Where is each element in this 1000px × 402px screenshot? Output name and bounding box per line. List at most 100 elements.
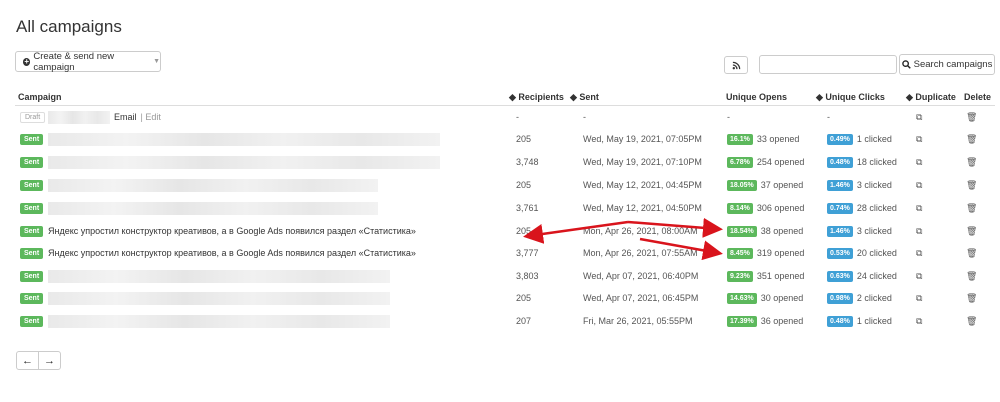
recipients-value: 3,761 [516, 203, 539, 213]
status-badge: Sent [20, 315, 44, 327]
search-button-label: Search campaigns [913, 59, 993, 70]
table-row: Sent 3,748 Wed, May 19, 2021, 07:10PM 6.… [0, 151, 1000, 173]
clicks-value[interactable]: 2 clicked [857, 293, 892, 303]
opens-value[interactable]: 351 opened [757, 271, 805, 281]
clicks-value[interactable]: 3 clicked [857, 226, 892, 236]
clicks-value: - [827, 112, 830, 122]
click-rate-badge: 1.46% [827, 225, 853, 237]
header-delete: Delete [964, 92, 992, 102]
click-rate-badge: 0.74% [827, 202, 853, 214]
trash-icon[interactable]: 🗑 [966, 287, 977, 309]
create-campaign-button[interactable]: + Create & send new campaign ▼ [15, 50, 161, 73]
recipients-value: 3,748 [516, 157, 539, 167]
sent-date: Wed, May 12, 2021, 04:45PM [583, 180, 702, 190]
opens-value[interactable]: 319 opened [757, 248, 805, 258]
page-title: All campaigns [16, 17, 122, 36]
rss-icon [732, 61, 740, 69]
open-rate-badge: 18.05% [727, 179, 757, 191]
header-duplicate[interactable]: ◆ Duplicate [906, 92, 956, 103]
status-badge: Sent [20, 270, 44, 282]
trash-icon[interactable]: 🗑 [966, 151, 977, 173]
status-badge: Draft [20, 111, 46, 123]
duplicate-icon[interactable]: ⧉ [916, 242, 922, 264]
status-badge: Sent [20, 247, 44, 259]
trash-icon[interactable]: 🗑 [966, 106, 977, 128]
opens-value[interactable]: 36 opened [761, 316, 804, 326]
open-rate-badge: 14.63% [727, 292, 757, 304]
redacted-name[interactable] [48, 291, 390, 305]
opens-value[interactable]: 33 opened [757, 134, 800, 144]
duplicate-icon[interactable]: ⧉ [916, 128, 922, 150]
redacted-name[interactable] [48, 201, 378, 215]
click-rate-badge: 1.46% [827, 179, 853, 191]
duplicate-icon[interactable]: ⧉ [916, 310, 922, 332]
duplicate-icon[interactable]: ⧉ [916, 197, 922, 219]
table-row: Sent Яндекс упростил конструктор креатив… [0, 242, 1000, 264]
click-rate-badge: 0.98% [827, 292, 853, 304]
redacted-name[interactable] [48, 314, 390, 328]
campaign-name[interactable]: Яндекс упростил конструктор креативов, а… [48, 242, 416, 264]
clicks-value[interactable]: 3 clicked [857, 180, 892, 190]
search-input[interactable] [759, 55, 897, 74]
next-page-button[interactable]: → [38, 351, 61, 370]
open-rate-badge: 8.45% [727, 247, 753, 259]
opens-value[interactable]: 30 opened [761, 293, 804, 303]
rss-button[interactable] [724, 56, 748, 74]
trash-icon[interactable]: 🗑 [966, 128, 977, 150]
clicks-value[interactable]: 28 clicked [857, 203, 897, 213]
create-campaign-label: Create & send new campaign [33, 50, 115, 73]
duplicate-icon[interactable]: ⧉ [916, 265, 922, 287]
redacted-name[interactable] [48, 269, 390, 283]
search-campaigns-button[interactable]: Search campaigns [899, 54, 995, 75]
edit-link[interactable]: | Edit [141, 112, 161, 122]
header-sent[interactable]: ◆ Sent [570, 92, 599, 103]
trash-icon[interactable]: 🗑 [966, 174, 977, 196]
recipients-value: 205 [516, 180, 532, 190]
duplicate-icon[interactable]: ⧉ [916, 287, 922, 309]
sent-date: Wed, Apr 07, 2021, 06:40PM [583, 271, 699, 281]
trash-icon[interactable]: 🗑 [966, 197, 977, 219]
arrow-left-icon: ← [22, 354, 33, 367]
table-row: Sent Яндекс упростил конструктор креатив… [0, 220, 1000, 242]
redacted-name [48, 110, 110, 124]
caret-down-icon: ▼ [153, 58, 160, 65]
sent-date: - [583, 112, 586, 122]
campaign-name[interactable]: Email [114, 112, 137, 122]
table-row: Sent 205 Wed, Apr 07, 2021, 06:45PM 14.6… [0, 287, 1000, 309]
header-unique-clicks[interactable]: ◆ Unique Clicks [816, 92, 885, 103]
status-badge: Sent [20, 225, 44, 237]
opens-value[interactable]: 38 opened [761, 226, 804, 236]
duplicate-icon[interactable]: ⧉ [916, 106, 922, 128]
redacted-name[interactable] [48, 178, 378, 192]
header-campaign[interactable]: Campaign [18, 92, 62, 102]
trash-icon[interactable]: 🗑 [966, 310, 977, 332]
redacted-name[interactable] [48, 132, 440, 146]
open-rate-badge: 16.1% [727, 133, 753, 145]
sent-date: Wed, May 12, 2021, 04:50PM [583, 203, 702, 213]
prev-page-button[interactable]: ← [16, 351, 39, 370]
click-rate-badge: 0.63% [827, 270, 853, 282]
open-rate-badge: 6.78% [727, 156, 753, 168]
trash-icon[interactable]: 🗑 [966, 220, 977, 242]
redacted-name[interactable] [48, 155, 440, 169]
opens-value[interactable]: 37 opened [761, 180, 804, 190]
trash-icon[interactable]: 🗑 [966, 242, 977, 264]
duplicate-icon[interactable]: ⧉ [916, 220, 922, 242]
status-badge: Sent [20, 179, 44, 191]
open-rate-badge: 8.14% [727, 202, 753, 214]
opens-value[interactable]: 306 opened [757, 203, 805, 213]
duplicate-icon[interactable]: ⧉ [916, 151, 922, 173]
opens-value[interactable]: 254 opened [757, 157, 805, 167]
clicks-value[interactable]: 1 clicked [857, 316, 892, 326]
campaign-name[interactable]: Яндекс упростил конструктор креативов, а… [48, 220, 416, 242]
clicks-value[interactable]: 18 clicked [857, 157, 897, 167]
duplicate-icon[interactable]: ⧉ [916, 174, 922, 196]
header-recipients[interactable]: ◆ Recipients [509, 92, 564, 103]
trash-icon[interactable]: 🗑 [966, 265, 977, 287]
sort-icon: ◆ [570, 92, 580, 102]
clicks-value[interactable]: 1 clicked [857, 134, 892, 144]
clicks-value[interactable]: 24 clicked [857, 271, 897, 281]
sent-date: Mon, Apr 26, 2021, 07:55AM [583, 248, 698, 258]
clicks-value[interactable]: 20 clicked [857, 248, 897, 258]
header-unique-opens[interactable]: Unique Opens [726, 92, 787, 102]
